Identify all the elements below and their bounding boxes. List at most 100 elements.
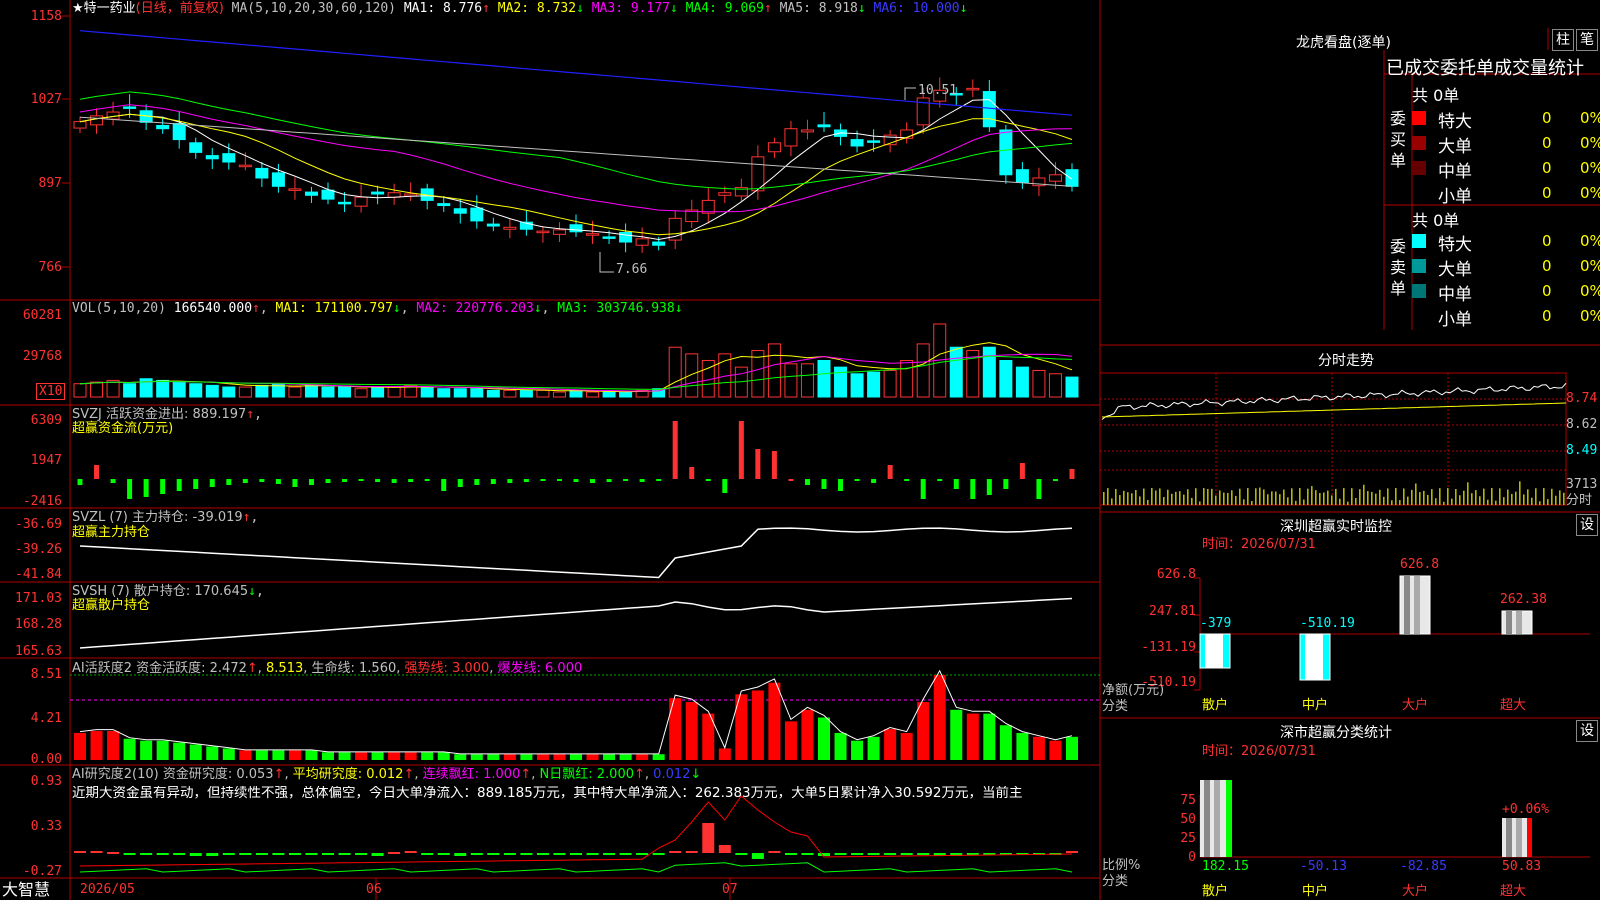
research-bar: [917, 853, 930, 855]
activity-bar: [834, 732, 847, 760]
flow-bar: [308, 479, 314, 485]
flow-bar: [821, 479, 827, 489]
ai1-header: AI活跃度2 资金活跃度: 2.472↑, 8.513, 生命线: 1.560,…: [72, 661, 583, 676]
low-marker: [599, 252, 614, 273]
sz-class-ytick: 25: [1180, 831, 1196, 846]
research-bar: [900, 853, 913, 855]
svzl-header: SVZL (7) 主力持仓: -39.019↑,: [72, 510, 259, 525]
intraday-vol-bar: [1531, 497, 1533, 505]
brand-logo[interactable]: 大智慧: [2, 880, 50, 900]
intraday-vol-bar: [1399, 500, 1401, 505]
sz-monitor-ytick: 626.8: [1156, 567, 1196, 582]
candle-body: [486, 223, 500, 227]
volume-bar: [123, 383, 137, 398]
activity-bar: [669, 698, 682, 760]
ai1-ytick: 8.51: [30, 667, 62, 682]
list-item: 中单 0 0%: [1412, 279, 1600, 305]
flow-bar: [507, 479, 513, 483]
intraday-vol-bar: [1131, 493, 1133, 505]
flow-bar: [110, 479, 116, 483]
candle-body: [999, 129, 1013, 176]
candle-body: [784, 128, 798, 147]
sz-class-settings-button[interactable]: 设: [1576, 720, 1598, 742]
row-pct: 0%: [1580, 282, 1600, 300]
research-bar: [355, 853, 368, 855]
stock-name[interactable]: ★特一药业: [72, 1, 136, 16]
candle-body: [552, 229, 566, 235]
bar-mode-button[interactable]: 柱: [1552, 29, 1574, 51]
intraday-vol-bar: [1471, 493, 1473, 505]
research-bar: [322, 853, 334, 855]
list-item: 中单 0 0%: [1412, 156, 1600, 182]
svsh-ytick: 168.28: [15, 617, 62, 632]
intraday-vol-bar: [1359, 489, 1361, 505]
intraday-vol-bar: [1319, 493, 1321, 505]
intraday-title: 分时走势: [1318, 353, 1374, 369]
activity-bar: [536, 754, 549, 760]
sz-class-bar: [1214, 780, 1220, 857]
flow-bar: [457, 479, 463, 487]
intraday-vol-bar: [1343, 488, 1345, 505]
candle-body: [371, 191, 385, 195]
tick-mode-button[interactable]: 笔: [1576, 29, 1598, 51]
activity-bar: [520, 754, 533, 760]
flow-bar: [292, 479, 298, 487]
intraday-vol-bar: [1527, 489, 1529, 505]
intraday-vol-bar: [1107, 488, 1109, 505]
ai1-burst: 爆发线: 6.000: [497, 661, 583, 676]
vol-unit-badge[interactable]: X10: [36, 383, 66, 400]
vol-ytick: 60281: [22, 308, 62, 323]
intraday-vol-bar: [1171, 493, 1173, 505]
intraday-vol-bar: [1355, 498, 1357, 505]
candle-body: [123, 106, 137, 109]
activity-bar: [371, 752, 384, 760]
list-item: 大单 0 0%: [1412, 131, 1600, 157]
volume-bar: [189, 383, 203, 398]
volume-bar: [321, 386, 335, 398]
flow-bar: [1019, 463, 1025, 479]
activity-bar: [503, 754, 516, 760]
intraday-vol-bar: [1323, 492, 1325, 505]
volume-bar: [222, 386, 236, 398]
intraday-vol-bar: [1435, 498, 1437, 505]
candle-body: [271, 172, 285, 187]
candle-body: [453, 208, 467, 214]
intraday-vol-bar: [1251, 501, 1253, 505]
adjust-mode[interactable]: (日线，前复权): [136, 1, 224, 16]
main-header: ★特一药业(日线，前复权) MA(5,10,20,30,60,120) MA1:…: [72, 1, 968, 16]
sz-monitor-settings-button[interactable]: 设: [1576, 514, 1598, 536]
volume-bar: [817, 360, 831, 398]
flow-bar: [540, 479, 546, 481]
lhb-tabs[interactable]: 已成交委托单成交量统计: [1386, 54, 1584, 80]
list-item: 小单 0 0%: [1412, 304, 1600, 330]
flow-bar: [722, 479, 728, 493]
candle-body: [156, 124, 170, 130]
activity-bar: [586, 754, 599, 760]
ai2-lx: 连续飘红: 1.000: [422, 767, 521, 782]
flow-bar: [259, 479, 265, 482]
volume-bar: [569, 389, 583, 398]
research-bar: [371, 853, 384, 856]
activity-bar: [173, 742, 186, 760]
sz-monitor-xlabel: 分类: [1102, 699, 1129, 714]
intraday-vol-bar: [1243, 499, 1245, 505]
candle-body: [354, 196, 368, 207]
intraday-vol-bar: [1555, 495, 1557, 505]
row-pct: 0%: [1580, 184, 1600, 202]
ma-param: MA(5,10,20,30,60,120): [231, 1, 397, 16]
candle-body: [1065, 169, 1079, 187]
activity-bar: [239, 750, 252, 760]
sz-monitor-ylabel: 净额(万元): [1102, 683, 1165, 698]
candle-body: [718, 192, 732, 196]
research-bar: [751, 853, 764, 859]
research-bar: [636, 853, 649, 855]
intraday-vol-bar: [1407, 496, 1409, 505]
activity-bar: [288, 750, 301, 760]
flow-bar: [854, 479, 860, 481]
volume-bar: [288, 386, 302, 398]
sz-class-value: -50.13: [1300, 859, 1347, 874]
research-bar: [404, 851, 417, 853]
intraday-vol-bar: [1199, 501, 1201, 505]
x-label: 2026/05: [80, 882, 135, 897]
chart-canvas[interactable]: [0, 0, 1600, 900]
